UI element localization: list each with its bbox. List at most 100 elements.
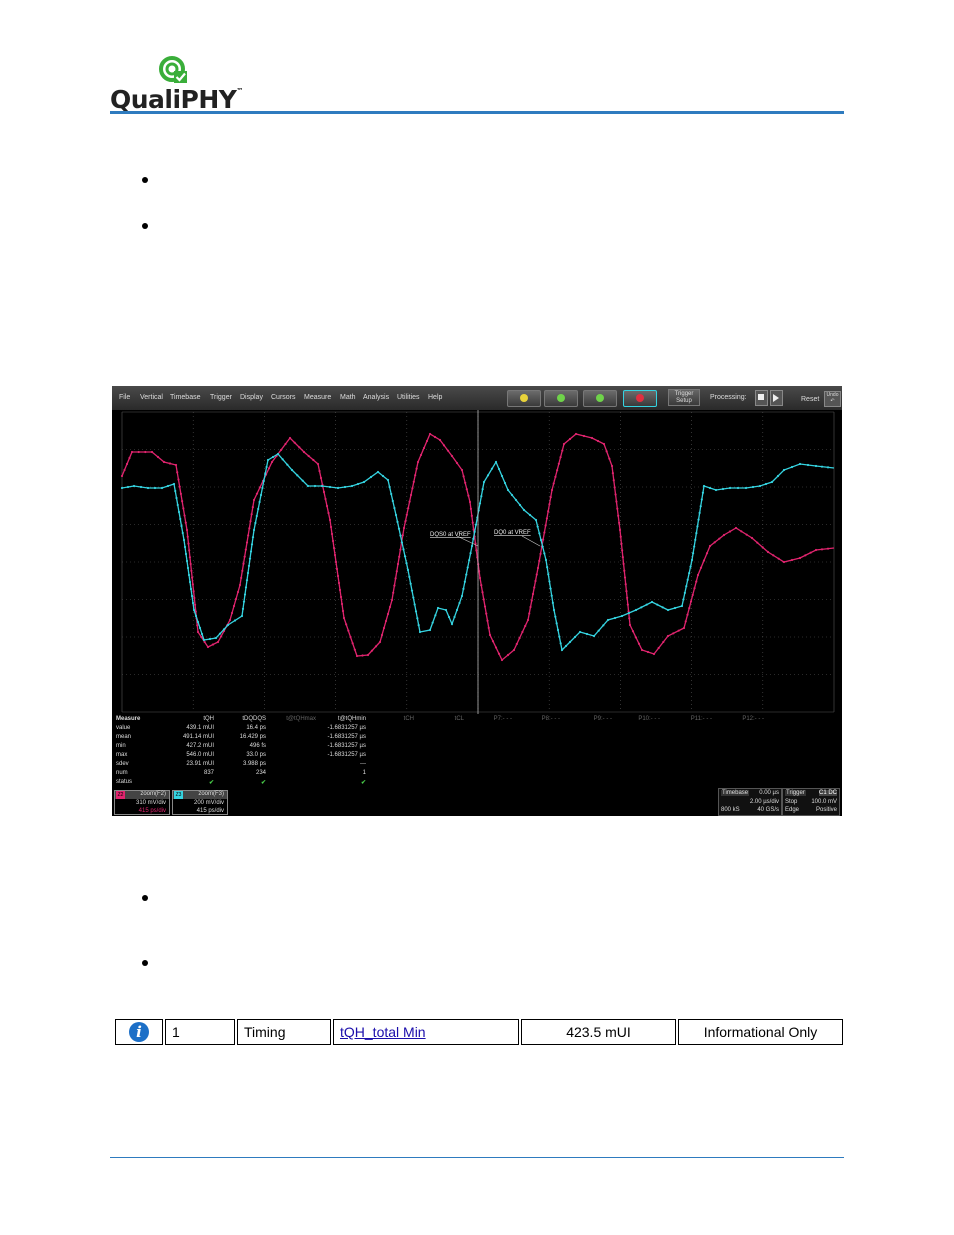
waveform-sample-dot <box>455 608 459 612</box>
waveform-sample-dot <box>243 593 247 596</box>
toolbar-button-auto[interactable] <box>507 390 541 407</box>
zoom-z2-descriptor[interactable]: Z2 zoom(F2) 310 mV/div 415 ps/div <box>114 790 170 815</box>
waveform-sample-dot <box>634 636 638 639</box>
menu-help[interactable]: Help <box>428 394 442 401</box>
toolbar-button-single[interactable] <box>583 390 617 407</box>
waveform-sample-dot <box>189 587 193 591</box>
reset-button[interactable]: Reset <box>801 396 819 403</box>
measure-column-header[interactable]: P10:- - - <box>638 716 660 722</box>
waveform-sample-dot <box>281 458 284 461</box>
waveform-sample-dot <box>503 481 507 485</box>
waveform-sample-dot <box>486 474 490 477</box>
zoom-z3-descriptor[interactable]: Z3 zoom(F3) 200 mV/div 415 ps/div <box>172 790 228 815</box>
waveform-sample-dot <box>478 502 482 505</box>
waveform-sample-dot <box>431 621 434 624</box>
waveform-sample-dot <box>689 600 693 603</box>
waveform-sample-dot <box>182 507 185 510</box>
waveform-sample-dot <box>405 562 408 565</box>
waveform-sample-dot <box>415 467 418 470</box>
measure-column-header[interactable]: tCH <box>404 716 414 722</box>
waveform-sample-dot <box>183 514 186 517</box>
waveform-sample-dot <box>325 504 329 508</box>
waveform-sample-dot <box>624 583 627 586</box>
waveform-sample-dot <box>331 539 335 543</box>
waveform-sample-dot <box>393 584 396 587</box>
waveform-sample-dot <box>378 640 382 644</box>
measure-column-header[interactable]: P9:- - - <box>594 716 612 722</box>
waveform-sample-dot <box>123 468 126 472</box>
menu-analysis[interactable]: Analysis <box>363 394 389 401</box>
measure-column-header[interactable]: t@tQHmin <box>338 716 366 722</box>
waveform-sample-dot <box>244 548 247 551</box>
menu-display[interactable]: Display <box>240 394 263 401</box>
waveform-sample-dot <box>650 600 654 604</box>
waveform-sample-dot <box>547 573 550 576</box>
waveform-sample-dot <box>271 455 275 459</box>
waveform-sample-dot <box>185 528 189 532</box>
waveform-sample-dot <box>177 510 181 514</box>
waveform-sample-dot <box>826 466 830 469</box>
processing-play-button[interactable] <box>770 390 783 406</box>
measure-column-header[interactable]: tQH <box>203 716 214 722</box>
measure-column-header[interactable]: tCL <box>455 716 464 722</box>
waveform-sample-dot <box>250 513 253 516</box>
waveform-sample-dot <box>515 642 518 646</box>
menu-math[interactable]: Math <box>340 394 356 401</box>
waveform-sample-dot <box>174 489 177 493</box>
trigger-descriptor[interactable]: Trigger C1 DC Stop 100.0 mV Edge Positiv… <box>782 788 840 816</box>
scope-menubar: File Vertical Timebase Trigger Display C… <box>112 386 842 410</box>
waveform-sample-dot <box>180 524 183 528</box>
waveform-sample-dot <box>535 573 538 576</box>
menu-measure[interactable]: Measure <box>304 394 331 401</box>
waveform-sample-dot <box>320 484 324 488</box>
undo-button[interactable]: Undo ↶ <box>824 391 841 407</box>
waveform-sample-dot <box>691 593 694 596</box>
waveform-sample-dot <box>409 582 412 585</box>
toolbar-button-normal[interactable] <box>544 390 578 407</box>
waveform-sample-dot <box>623 576 627 579</box>
waveform-sample-dot <box>252 528 256 532</box>
waveform-sample-dot <box>543 531 546 534</box>
measure-column-header[interactable]: P8:- - - <box>542 716 560 722</box>
measure-column-header[interactable]: P7:- - - <box>494 716 512 722</box>
menu-file[interactable]: File <box>119 394 130 401</box>
menu-vertical[interactable]: Vertical <box>140 394 163 401</box>
waveform-sample-dot <box>313 484 317 488</box>
result-test-link[interactable]: tQH_total Min <box>340 1024 426 1040</box>
waveform-sample-dot <box>690 558 694 562</box>
footer-rule <box>110 1157 844 1158</box>
waveform-sample-dot <box>685 585 688 588</box>
waveform-sample-dot <box>728 486 732 490</box>
waveform-sample-dot <box>252 498 256 502</box>
menu-timebase[interactable]: Timebase <box>170 394 200 401</box>
waveform-sample-dot <box>232 604 236 608</box>
waveform-sample-dot <box>574 432 578 436</box>
measure-column-header[interactable]: tDQDQS <box>242 716 266 722</box>
measure-column-header[interactable]: P12:- - - <box>742 716 764 722</box>
waveform-sample-dot <box>270 460 274 464</box>
menu-trigger[interactable]: Trigger <box>210 394 232 401</box>
waveform-sample-dot <box>366 653 370 657</box>
measure-title: Measure <box>116 716 141 722</box>
menu-cursors[interactable]: Cursors <box>271 394 296 401</box>
trigger-setup-button[interactable]: Trigger Setup <box>668 389 700 406</box>
timebase-descriptor[interactable]: Timebase 0.00 µs 2.00 µs/div 800 kS 40 G… <box>718 788 782 816</box>
measure-column-header[interactable]: P11:- - - <box>691 716 712 722</box>
waveform-sample-dot <box>695 531 698 535</box>
waveform-sample-dot <box>770 480 774 484</box>
waveform-sample-dot <box>408 500 411 503</box>
waveform-sample-dot <box>558 635 561 638</box>
processing-stop-button[interactable] <box>755 390 768 406</box>
waveform-sample-dot <box>618 521 621 524</box>
toolbar-button-stop[interactable] <box>623 390 657 407</box>
waveform-sample-dot <box>219 635 223 638</box>
waveform-sample-dot <box>734 526 738 530</box>
waveform-sample-dot <box>179 517 182 521</box>
menu-utilities[interactable]: Utilities <box>397 394 420 401</box>
waveform-sample-dot <box>332 546 336 550</box>
measure-column-header[interactable]: t@tQHmax <box>286 716 316 722</box>
waveform-sample-dot <box>186 535 189 538</box>
waveform-sample-dot <box>708 486 712 490</box>
measure-cell: 546.0 mUI <box>186 752 214 758</box>
waveform-sample-dot <box>411 487 414 490</box>
